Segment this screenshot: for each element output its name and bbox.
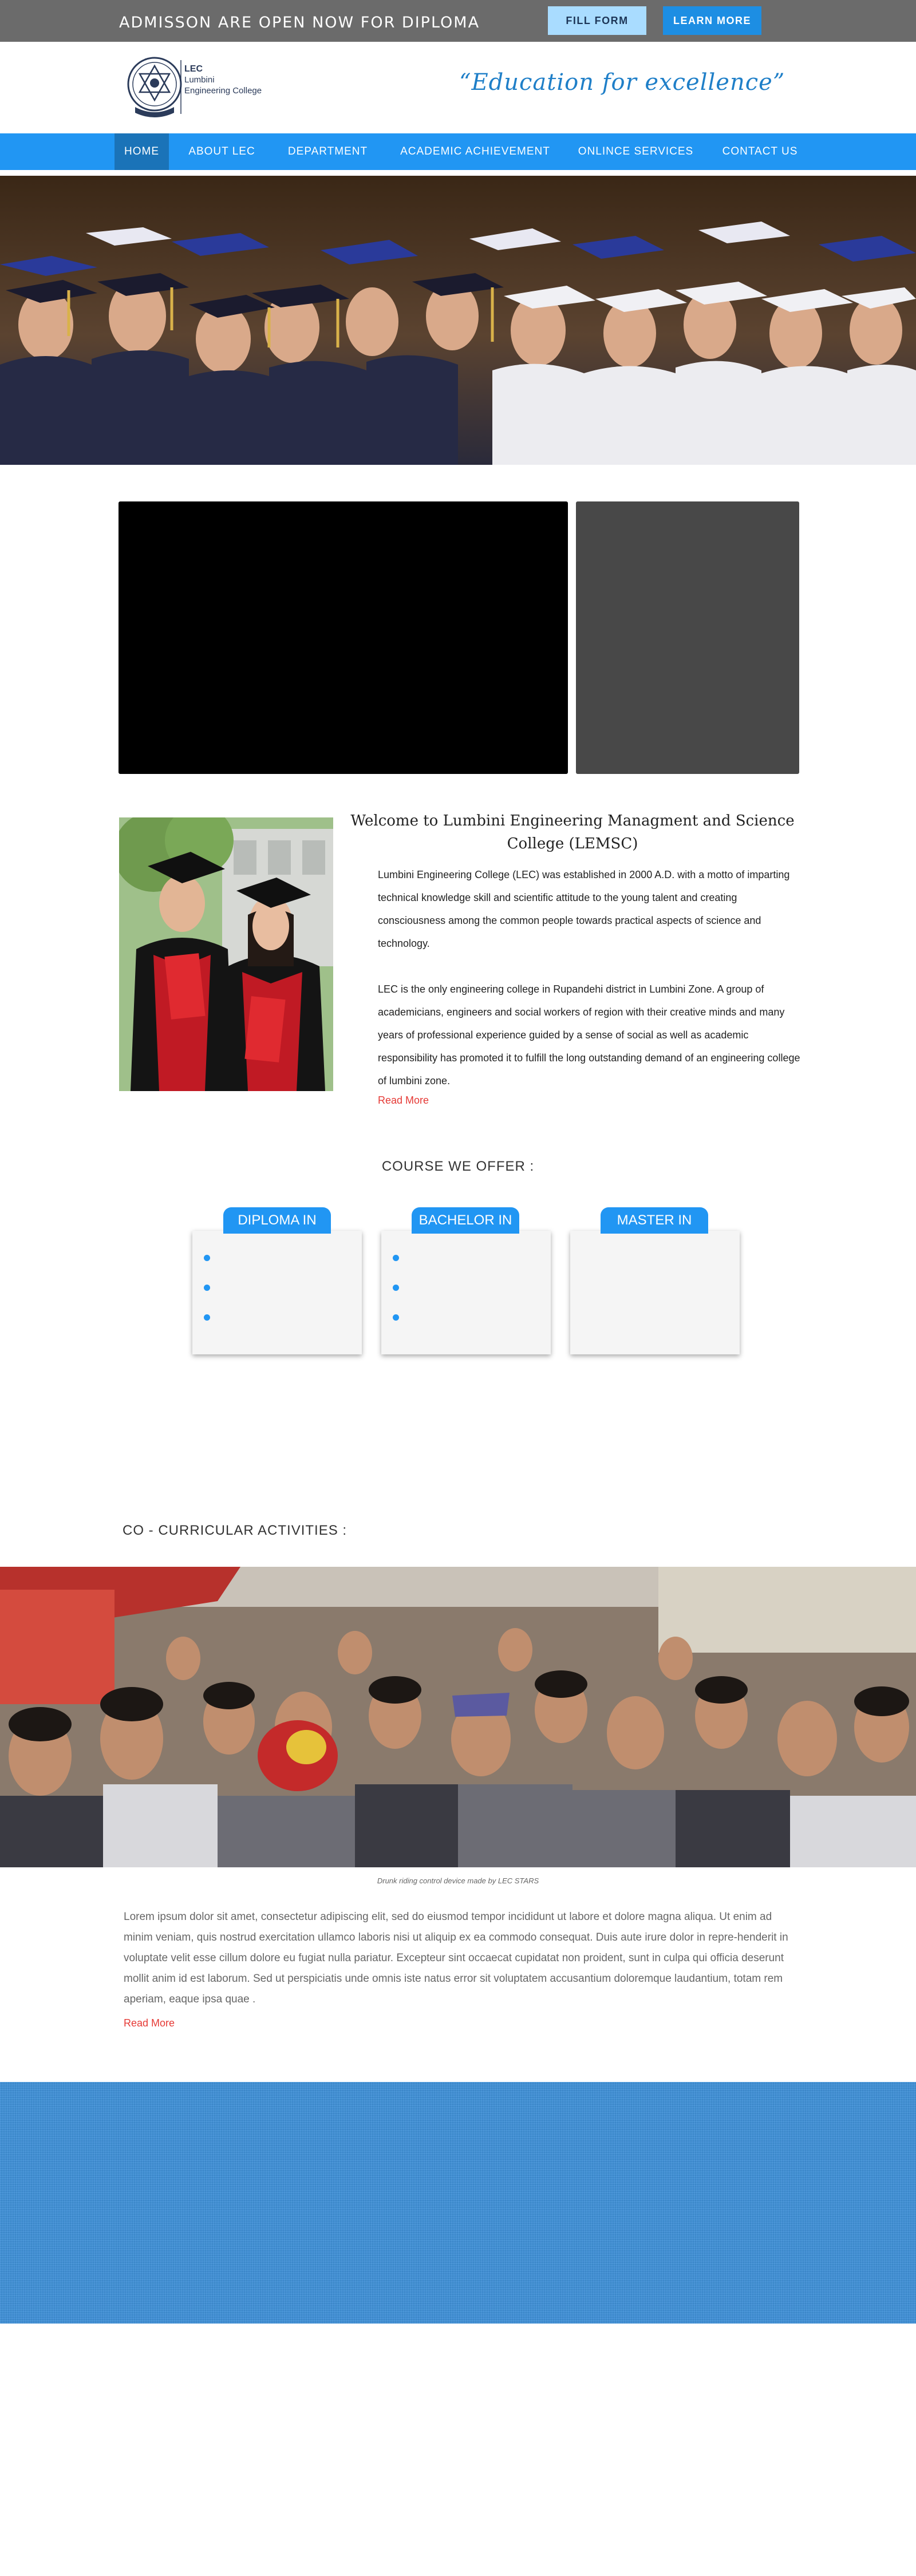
list-bullet <box>204 1255 210 1261</box>
diploma-course-card[interactable] <box>192 1231 362 1354</box>
top-announcement-bar: ADMISSON ARE OPEN NOW FOR DIPLOMA FILL F… <box>0 0 916 42</box>
logo-name-line1: Lumbini <box>184 75 215 85</box>
hero-graduation-image <box>0 176 916 465</box>
welcome-title: Welcome to Lumbini Engineering Managment… <box>350 812 795 852</box>
master-course-card[interactable] <box>570 1231 740 1354</box>
nav-item-online-services[interactable]: ONLINCE SERVICES <box>571 133 700 170</box>
welcome-read-more-link[interactable]: Read More <box>378 1095 429 1107</box>
tab-bachelor[interactable]: BACHELOR IN <box>412 1207 519 1234</box>
nav-item-department[interactable]: DEPARTMENT <box>278 133 378 170</box>
graduates-photo <box>119 817 333 1091</box>
bachelor-course-card[interactable] <box>381 1231 551 1354</box>
blue-banner-section <box>0 2082 916 2324</box>
fill-form-button[interactable]: FILL FORM <box>548 6 646 35</box>
nav-item-academic-achievement[interactable]: ACADEMIC ACHIEVEMENT <box>389 133 561 170</box>
logo-abbreviation: LEC <box>184 64 203 74</box>
welcome-paragraph-1: Lumbini Engineering College (LEC) was es… <box>378 869 790 949</box>
list-bullet <box>204 1314 210 1321</box>
list-bullet <box>393 1255 399 1261</box>
main-navigation: HOME ABOUT LEC DEPARTMENT ACADEMIC ACHIE… <box>0 133 916 170</box>
welcome-paragraph-2: LEC is the only engineering college in R… <box>378 983 800 1086</box>
site-header: LEC Lumbini Engineering College “Educati… <box>0 42 916 133</box>
course-section-heading: COURSE WE OFFER : <box>381 1159 535 1174</box>
photo-caption: Drunk riding control device made by LEC … <box>377 1876 539 1885</box>
nav-item-home[interactable]: HOME <box>114 133 169 170</box>
main-video-player[interactable] <box>119 501 568 774</box>
admission-announcement: ADMISSON ARE OPEN NOW FOR DIPLOMA <box>119 14 480 31</box>
list-bullet <box>393 1314 399 1321</box>
list-bullet <box>204 1285 210 1291</box>
side-video-panel[interactable] <box>576 501 799 774</box>
tab-diploma[interactable]: DIPLOMA IN <box>223 1207 331 1234</box>
logo-name-line2: Engineering College <box>184 86 262 96</box>
nav-item-about[interactable]: ABOUT LEC <box>180 133 263 170</box>
cocurricular-heading: CO - CURRICULAR ACTIVITIES : <box>123 1523 348 1538</box>
nav-item-contact[interactable]: CONTACT US <box>710 133 810 170</box>
list-bullet <box>393 1285 399 1291</box>
cocurricular-body-text: Lorem ipsum dolor sit amet, consectetur … <box>124 1911 788 2005</box>
welcome-body: Lumbini Engineering College (LEC) was es… <box>378 863 802 1115</box>
tab-master[interactable]: MASTER IN <box>601 1207 708 1234</box>
learn-more-button[interactable]: LEARN MORE <box>663 6 761 35</box>
cocurricular-event-photo <box>0 1567 916 1867</box>
cocurricular-read-more-link[interactable]: Read More <box>124 2017 175 2029</box>
logo-wordmark: LEC Lumbini Engineering College <box>184 64 262 96</box>
college-motto: “Education for excellence” <box>459 69 785 96</box>
